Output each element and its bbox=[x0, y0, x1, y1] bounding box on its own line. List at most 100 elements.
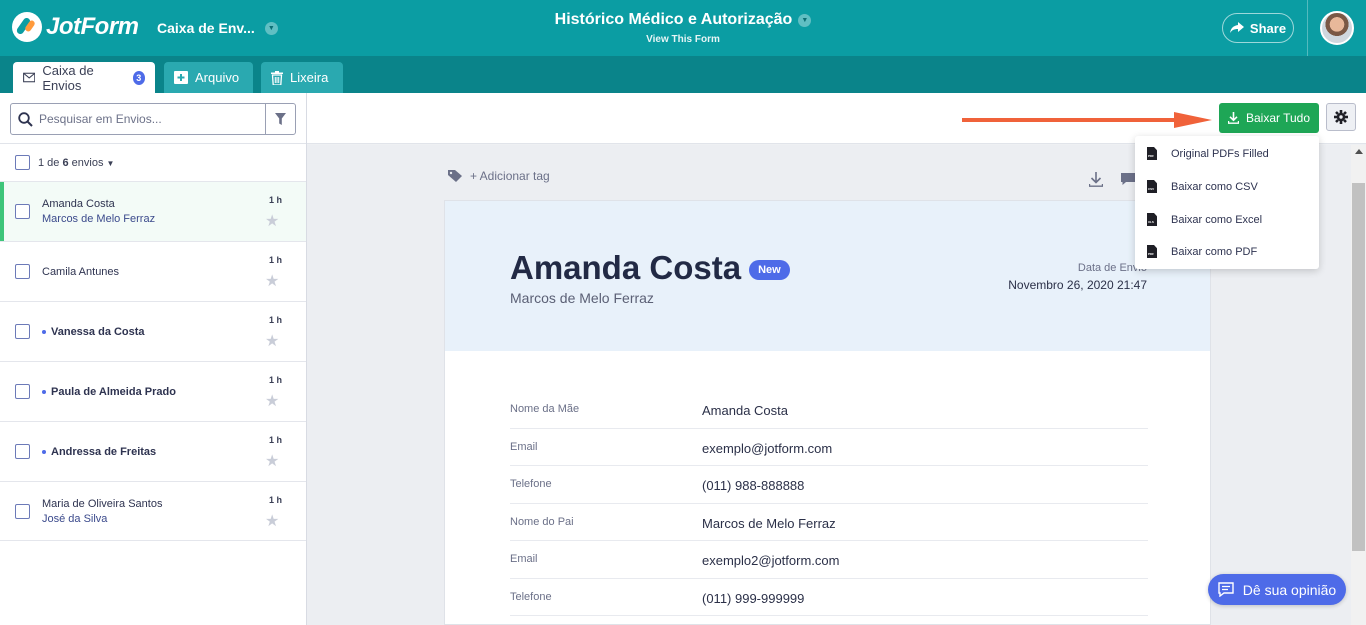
feedback-button[interactable]: Dê sua opinião bbox=[1208, 574, 1346, 605]
divider bbox=[0, 143, 306, 144]
submission-subtitle: José da Silva bbox=[42, 513, 108, 525]
feedback-label: Dê sua opinião bbox=[1242, 581, 1337, 598]
list-item[interactable]: Maria de Oliveira Santos José da Silva 1… bbox=[0, 481, 306, 541]
tab-caixa-de-envios[interactable]: Caixa de Envios 3 bbox=[13, 62, 155, 93]
submission-time: 1 h bbox=[269, 255, 283, 265]
menu-item-csv[interactable]: CSV Baixar como CSV bbox=[1135, 170, 1319, 203]
list-item[interactable]: Paula de Almeida Prado 1 h ★ bbox=[0, 361, 306, 421]
user-avatar[interactable] bbox=[1320, 11, 1354, 45]
submission-sender: Marcos de Melo Ferraz bbox=[510, 290, 654, 306]
submission-name: Amanda Costa bbox=[510, 249, 742, 286]
submitter-name: Camila Antunes bbox=[42, 266, 120, 278]
submission-list: Amanda Costa Marcos de Melo Ferraz 1 h ★… bbox=[0, 181, 306, 541]
answer-value: exemplo2@jotform.com bbox=[702, 553, 840, 568]
share-button[interactable]: Share bbox=[1222, 13, 1294, 43]
search-icon bbox=[11, 111, 39, 127]
download-icon[interactable] bbox=[1089, 172, 1103, 187]
download-all-label: Baixar Tudo bbox=[1245, 111, 1311, 125]
scroll-up-icon[interactable] bbox=[1355, 149, 1363, 154]
add-tag-control[interactable]: + Adicionar tag bbox=[448, 169, 550, 183]
star-icon[interactable]: ★ bbox=[265, 271, 279, 291]
tag-icon bbox=[448, 170, 462, 182]
star-icon[interactable]: ★ bbox=[265, 211, 279, 231]
search-input[interactable] bbox=[39, 112, 265, 126]
row-checkbox[interactable] bbox=[15, 504, 30, 519]
submission-count[interactable]: 1 de 6 envios ▼ bbox=[38, 157, 114, 169]
answer-row: Telefone (011) 999-999999 bbox=[510, 579, 1148, 616]
date-value: Novembro 26, 2020 21:47 bbox=[1008, 278, 1147, 292]
star-icon[interactable]: ★ bbox=[265, 331, 279, 351]
question-label: Email bbox=[510, 440, 538, 453]
submission-subtitle: Marcos de Melo Ferraz bbox=[42, 213, 156, 225]
submitter-name: Amanda Costa bbox=[42, 198, 115, 210]
row-checkbox[interactable] bbox=[15, 384, 30, 399]
top-header: JotForm Caixa de Env... ▼ Histórico Médi… bbox=[0, 0, 1366, 56]
star-icon[interactable]: ★ bbox=[265, 451, 279, 471]
answer-fields: Nome da Mãe Amanda Costa Email exemplo@j… bbox=[510, 391, 1148, 616]
envelope-icon bbox=[23, 72, 36, 83]
answer-row: Nome da Mãe Amanda Costa bbox=[510, 391, 1148, 429]
form-title[interactable]: Histórico Médico e Autorização bbox=[555, 11, 793, 29]
list-item[interactable]: Camila Antunes 1 h ★ bbox=[0, 241, 306, 301]
answer-row: Telefone (011) 988-888888 bbox=[510, 466, 1148, 504]
list-item[interactable]: Vanessa da Costa 1 h ★ bbox=[0, 301, 306, 361]
submission-time: 1 h bbox=[269, 195, 283, 205]
search-box bbox=[10, 103, 296, 135]
answer-value: exemplo@jotform.com bbox=[702, 440, 833, 456]
answer-row: Email exemplo2@jotform.com bbox=[510, 541, 1148, 579]
vertical-scrollbar[interactable] bbox=[1351, 145, 1366, 625]
submitter-name: Vanessa da Costa bbox=[42, 326, 145, 338]
row-checkbox[interactable] bbox=[15, 324, 30, 339]
question-label: Nome da Mãe bbox=[510, 403, 580, 415]
share-icon bbox=[1229, 22, 1244, 33]
filter-button[interactable] bbox=[265, 104, 295, 134]
submitter-name: Andressa de Freitas bbox=[42, 446, 156, 458]
submission-time: 1 h bbox=[269, 315, 283, 325]
row-checkbox[interactable] bbox=[15, 444, 30, 459]
question-label: Email bbox=[510, 553, 538, 565]
new-badge: New bbox=[749, 260, 790, 280]
select-all-checkbox[interactable] bbox=[15, 155, 30, 170]
star-icon[interactable]: ★ bbox=[265, 511, 279, 531]
unread-dot bbox=[42, 390, 46, 395]
question-label: Telefone bbox=[510, 478, 552, 490]
menu-item-label: Baixar como PDF bbox=[1171, 245, 1258, 258]
answer-value: Marcos de Melo Ferraz bbox=[702, 515, 836, 531]
trash-icon bbox=[271, 70, 283, 85]
submission-time: 1 h bbox=[269, 495, 283, 505]
xls-file-icon: XLS bbox=[1147, 213, 1157, 226]
tab-label: Lixeira bbox=[290, 70, 329, 85]
row-checkbox[interactable] bbox=[15, 204, 30, 219]
row-checkbox[interactable] bbox=[15, 264, 30, 279]
tab-arquivo[interactable]: Arquivo bbox=[164, 62, 253, 93]
download-icon bbox=[1227, 112, 1239, 124]
tab-lixeira[interactable]: Lixeira bbox=[261, 62, 343, 93]
comment-icon[interactable] bbox=[1121, 173, 1135, 186]
menu-item-original-pdfs[interactable]: PDF Original PDFs Filled bbox=[1135, 137, 1319, 170]
settings-button[interactable] bbox=[1326, 103, 1356, 131]
tab-label: Caixa de Envios bbox=[42, 62, 94, 93]
scrollbar-thumb[interactable] bbox=[1352, 183, 1365, 551]
menu-item-label: Original PDFs Filled bbox=[1171, 147, 1269, 160]
list-item[interactable]: Andressa de Freitas 1 h ★ bbox=[0, 421, 306, 481]
menu-item-excel[interactable]: XLS Baixar como Excel bbox=[1135, 203, 1319, 236]
view-form-link[interactable]: View This Form bbox=[0, 34, 1366, 45]
question-label: Nome do Pai bbox=[510, 515, 574, 528]
annotation-arrow-icon bbox=[962, 112, 1212, 128]
download-all-button[interactable]: Baixar Tudo bbox=[1219, 103, 1319, 133]
pdf-file-icon: PDF bbox=[1147, 245, 1157, 258]
answer-row: Nome do Pai Marcos de Melo Ferraz bbox=[510, 504, 1148, 541]
form-title-block: Histórico Médico e Autorização ▼ View Th… bbox=[0, 11, 1366, 45]
star-icon[interactable]: ★ bbox=[265, 391, 279, 411]
menu-item-pdf[interactable]: PDF Baixar como PDF bbox=[1135, 235, 1319, 268]
download-menu: PDF Original PDFs Filled CSV Baixar como… bbox=[1135, 136, 1319, 269]
list-item[interactable]: Amanda Costa Marcos de Melo Ferraz 1 h ★ bbox=[0, 181, 306, 241]
answer-value: Amanda Costa bbox=[702, 403, 788, 418]
submission-name-heading: Amanda Costa New bbox=[510, 249, 790, 287]
answer-row: Email exemplo@jotform.com bbox=[510, 429, 1148, 466]
answer-value: (011) 999-999999 bbox=[702, 590, 805, 606]
chevron-down-icon[interactable]: ▼ bbox=[798, 13, 812, 27]
submission-time: 1 h bbox=[269, 435, 283, 445]
menu-item-label: Baixar como Excel bbox=[1171, 213, 1263, 226]
header-divider bbox=[1307, 0, 1308, 56]
